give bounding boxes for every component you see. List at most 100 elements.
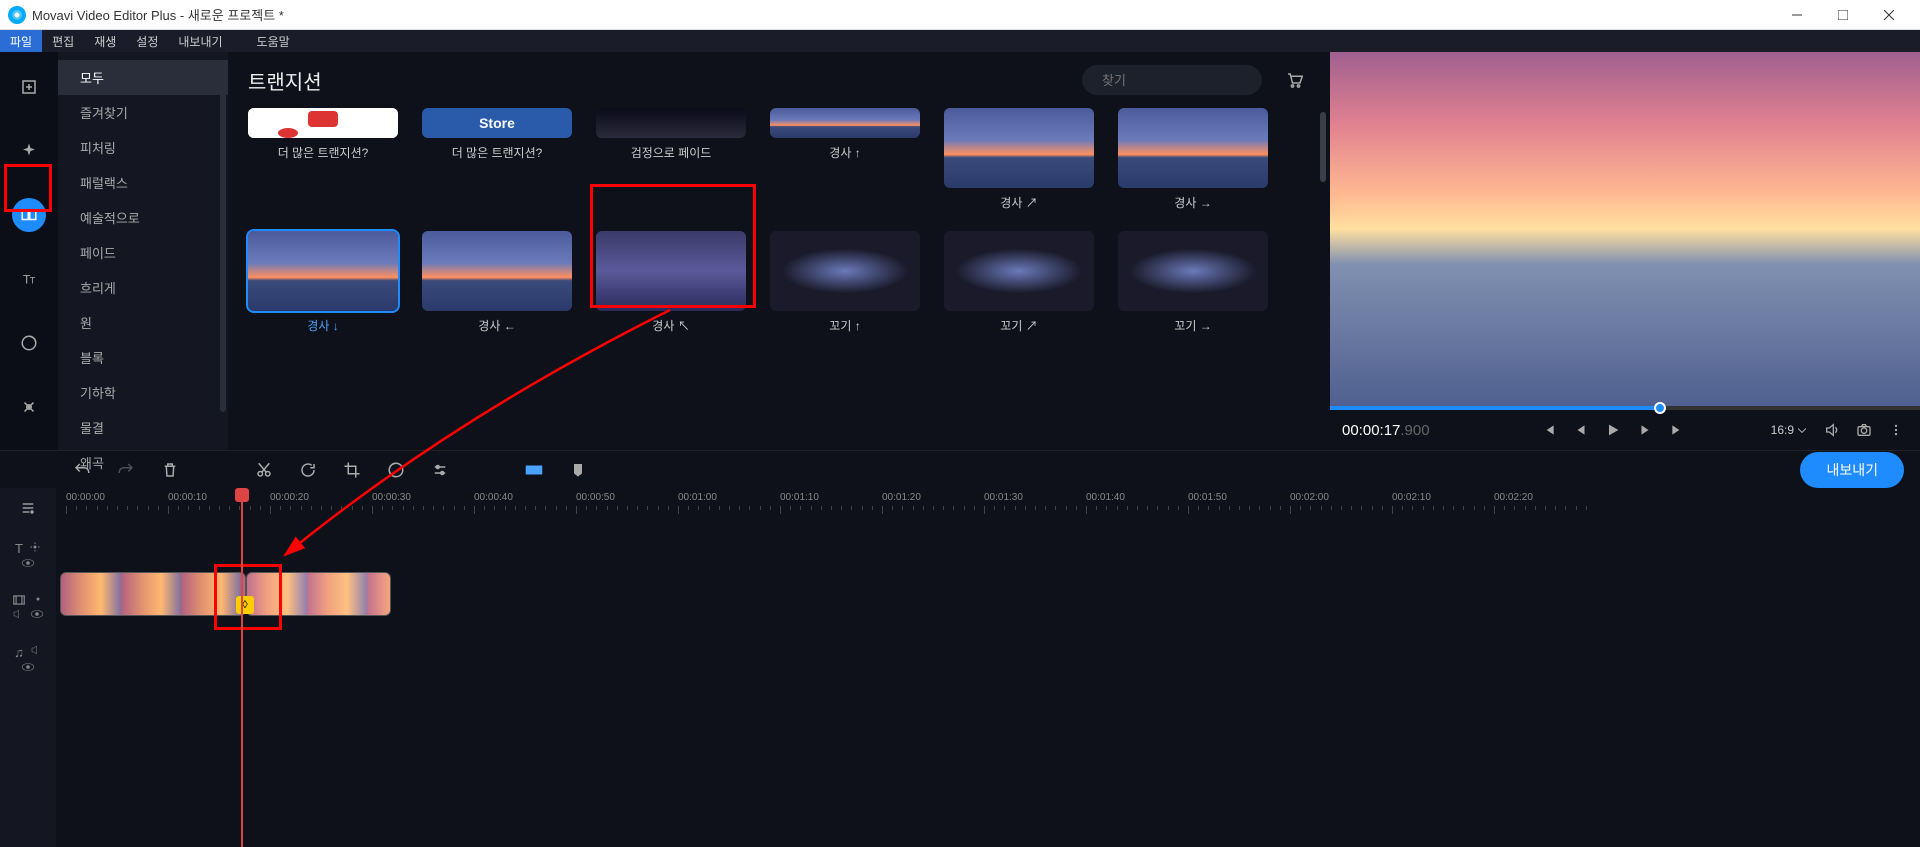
menu-settings[interactable]: 설정 [126,30,168,52]
playhead[interactable] [241,488,243,847]
timeline-toolbar: 내보내기 [0,450,1920,488]
category-blur[interactable]: 흐리게 [58,270,228,305]
category-all[interactable]: 모두 [58,60,228,95]
transition-item-2[interactable]: 검정으로 페이드 [596,108,746,211]
clip-properties-button[interactable] [428,458,452,482]
category-distort[interactable]: 왜곡 [58,445,228,480]
category-artistic[interactable]: 예술적으로 [58,200,228,235]
transition-label: 경사 ↗ [1000,194,1037,211]
transition-thumb [770,231,920,311]
category-block[interactable]: 블록 [58,340,228,375]
ruler-mark: 00:01:40 [1086,492,1125,503]
ruler-mark: 00:01:00 [678,492,717,503]
transition-label: 더 많은 트랜지션? [278,144,369,161]
transition-label: 꼬기 ↑ [829,317,860,334]
category-geometric[interactable]: 기하학 [58,375,228,410]
transition-label: 경사 ↖ [652,317,689,334]
rotate-button[interactable] [296,458,320,482]
transition-item-8[interactable]: 경사 ↖ [596,231,746,334]
ruler-mark: 00:00:50 [576,492,615,503]
preview-menu-button[interactable] [1884,418,1908,442]
transition-label: 경사 ← [478,317,515,334]
transition-item-10[interactable]: 꼬기 ↗ [944,231,1094,334]
marker-button[interactable] [566,458,590,482]
transition-item-5[interactable]: 경사 → [1118,108,1268,211]
search-input[interactable] [1102,73,1278,88]
transition-item-1[interactable]: Store더 많은 트랜지션? [422,108,572,211]
category-featured[interactable]: 피처링 [58,130,228,165]
timeline-ruler[interactable]: 00:00:0000:00:1000:00:2000:00:3000:00:40… [56,488,1920,516]
transition-marker[interactable]: ◊ [236,596,254,614]
search-box[interactable] [1082,65,1262,95]
preview-scrubber[interactable] [1330,406,1920,410]
crop-button[interactable] [340,458,364,482]
transition-item-3[interactable]: 경사 ↑ [770,108,920,211]
video-clip-2[interactable] [246,572,391,616]
transition-thumb [596,231,746,311]
titles-tool[interactable]: TT [12,262,46,296]
ruler-mark: 00:00:20 [270,492,309,503]
preview-video[interactable] [1330,52,1920,406]
add-track-button[interactable] [0,488,56,528]
skip-end-button[interactable] [1665,418,1689,442]
export-button[interactable]: 내보내기 [1800,452,1904,488]
import-tool[interactable] [12,70,46,104]
ruler-mark: 00:00:30 [372,492,411,503]
category-favorites[interactable]: 즐겨찾기 [58,95,228,130]
ruler-mark: 00:00:10 [168,492,207,503]
filters-tool[interactable] [12,134,46,168]
scrubber-handle[interactable] [1654,402,1666,414]
ruler-mark: 00:01:30 [984,492,1023,503]
category-wave[interactable]: 물결 [58,410,228,445]
prev-frame-button[interactable] [1569,418,1593,442]
play-button[interactable] [1601,418,1625,442]
redo-button[interactable] [114,458,138,482]
transition-item-9[interactable]: 꼬기 ↑ [770,231,920,334]
transition-item-7[interactable]: 경사 ← [422,231,572,334]
transition-item-4[interactable]: 경사 ↗ [944,108,1094,211]
ruler-mark: 00:00:40 [474,492,513,503]
timeline-area: T ♫ 00:00:0000:00:1000:00:2000:00:3000:0… [0,488,1920,847]
transition-thumb [1118,108,1268,188]
stickers-tool[interactable] [12,326,46,360]
transition-item-0[interactable]: 더 많은 트랜지션? [248,108,398,211]
timeline-tracks[interactable]: 00:00:0000:00:1000:00:2000:00:3000:00:40… [56,488,1920,847]
next-frame-button[interactable] [1633,418,1657,442]
video-track-controls[interactable] [0,580,56,632]
transition-thumb [944,231,1094,311]
minimize-button[interactable] [1774,0,1820,30]
video-clip-1[interactable] [60,572,246,616]
aspect-ratio-selector[interactable]: 16:9 [1765,423,1812,437]
transition-label: 경사 ↑ [829,144,860,161]
more-tools[interactable] [12,390,46,424]
store-button[interactable] [1278,64,1310,96]
transition-item-11[interactable]: 꼬기 → [1118,231,1268,334]
category-circle[interactable]: 원 [58,305,228,340]
transitions-tool[interactable] [12,198,46,232]
transition-wizard-button[interactable] [522,458,546,482]
menu-edit[interactable]: 편집 [42,30,84,52]
title-track-controls[interactable]: T [0,528,56,580]
close-button[interactable] [1866,0,1912,30]
menu-help[interactable]: 도움말 [247,30,300,52]
cut-button[interactable] [252,458,276,482]
main-area: TT 모두 즐겨찾기 피처링 패럴랙스 예술적으로 페이드 흐리게 원 블록 기… [0,52,1920,450]
menu-file[interactable]: 파일 [0,30,42,52]
transition-item-6[interactable]: 경사 ↓ [248,231,398,334]
category-parallax[interactable]: 패럴랙스 [58,165,228,200]
skip-start-button[interactable] [1537,418,1561,442]
video-track[interactable]: ◊ [56,568,1920,620]
transition-thumb [248,108,398,138]
audio-track[interactable] [56,620,1920,672]
maximize-button[interactable] [1820,0,1866,30]
menu-play[interactable]: 재생 [84,30,126,52]
menu-export[interactable]: 내보내기 [168,30,232,52]
ruler-mark: 00:01:20 [882,492,921,503]
title-track[interactable] [56,516,1920,568]
snapshot-button[interactable] [1852,418,1876,442]
audio-track-controls[interactable]: ♫ [0,632,56,684]
color-button[interactable] [384,458,408,482]
volume-button[interactable] [1820,418,1844,442]
category-fade[interactable]: 페이드 [58,235,228,270]
ruler-mark: 00:02:20 [1494,492,1533,503]
